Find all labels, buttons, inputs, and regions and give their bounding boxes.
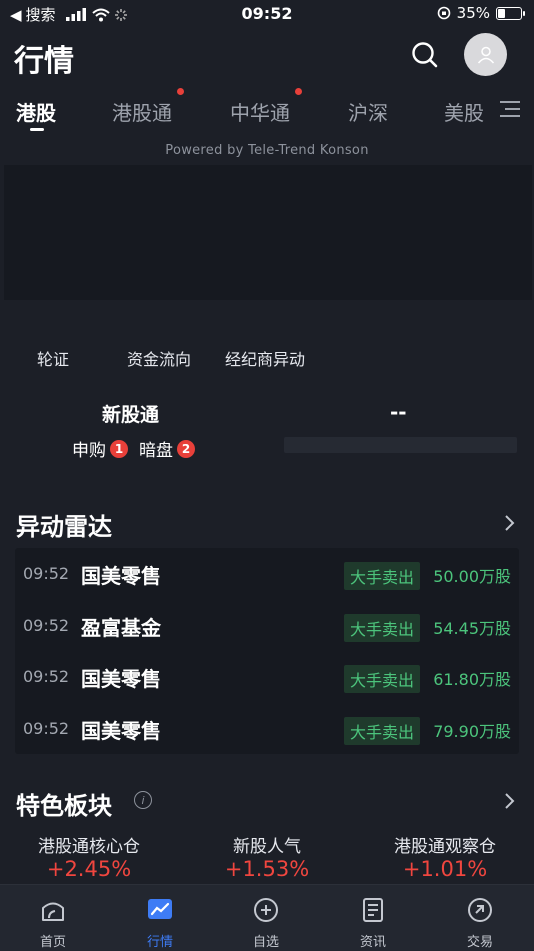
nav-label: 首页: [39, 935, 66, 950]
radar-tag: 大手卖出: [344, 614, 421, 642]
ipo-subscribe-label: 申购: [72, 441, 106, 461]
radar-quantity: 54.45万股: [433, 619, 511, 638]
nav-label: 行情: [146, 935, 173, 950]
radar-row[interactable]: 09:52 国美零售 大手卖出 79.90万股: [15, 703, 519, 754]
radar-row[interactable]: 09:52 盈富基金 大手卖出 54.45万股: [15, 600, 519, 651]
nav-news[interactable]: 资讯: [333, 885, 413, 951]
nav-market[interactable]: 行情: [120, 885, 200, 951]
radar-quantity: 79.90万股: [433, 722, 511, 741]
radar-time: 09:52: [23, 564, 70, 583]
radar-stock-name: 国美零售: [81, 667, 161, 691]
sector-change[interactable]: +1.01%: [370, 857, 520, 881]
info-icon[interactable]: i: [134, 791, 152, 809]
nav-label: 交易: [466, 935, 493, 950]
ipo-subscribe[interactable]: 申购 1: [72, 436, 128, 461]
radar-stock-name: 国美零售: [81, 564, 161, 588]
ipo-progress-bar: [284, 437, 517, 453]
radar-title[interactable]: 异动雷达: [16, 507, 112, 542]
banner-credit: Powered by Tele-Trend Konson: [165, 143, 369, 158]
sector-name[interactable]: 港股通核心仓: [14, 832, 164, 857]
sectors-more-icon[interactable]: [503, 792, 517, 810]
radar-tag: 大手卖出: [344, 665, 421, 693]
sectors-title[interactable]: 特色板块: [16, 786, 112, 821]
radar-time: 09:52: [23, 667, 70, 686]
nav-label: 自选: [252, 935, 279, 950]
quicklink-broker-activity[interactable]: 经纪商异动: [225, 346, 305, 370]
radar-stock-name: 国美零售: [81, 719, 161, 743]
plus-circle-icon: [254, 898, 278, 922]
radar-row[interactable]: 09:52 国美零售 大手卖出 50.00万股: [15, 548, 519, 599]
radar-tag: 大手卖出: [344, 717, 421, 745]
radar-row[interactable]: 09:52 国美零售 大手卖出 61.80万股: [15, 651, 519, 702]
radar-tag: 大手卖出: [344, 562, 421, 590]
sector-name[interactable]: 港股通观察仓: [370, 832, 520, 857]
nav-home[interactable]: 首页: [13, 885, 93, 951]
chart-icon: [148, 899, 172, 919]
nav-watchlist[interactable]: 自选: [226, 885, 306, 951]
sector-name[interactable]: 新股人气: [192, 832, 342, 857]
tab-hk-connect[interactable]: 港股通: [112, 97, 172, 126]
nav-trade[interactable]: 交易: [440, 885, 520, 951]
radar-quantity: 61.80万股: [433, 670, 511, 689]
battery-percent: 35%: [456, 4, 490, 22]
radar-time: 09:52: [23, 719, 70, 738]
trade-icon: [468, 898, 492, 922]
ipo-grey-badge: 2: [177, 439, 195, 458]
search-button[interactable]: [408, 38, 442, 72]
search-icon: [412, 42, 438, 68]
quicklink-capital-flow[interactable]: 资金流向: [127, 346, 191, 370]
user-icon: [477, 46, 494, 63]
status-bar: ◀ 搜索 09:52 35%: [0, 0, 534, 28]
bottom-nav: 首页 行情 自选 资讯 交易: [0, 884, 534, 951]
active-tab-indicator: [30, 128, 44, 131]
radar-time: 09:52: [23, 616, 70, 635]
status-right: 35%: [437, 4, 525, 22]
news-icon: [363, 898, 383, 922]
radar-stock-name: 盈富基金: [81, 616, 161, 640]
home-icon: [42, 902, 64, 921]
battery-icon: [496, 6, 525, 20]
page-title: 行情: [14, 44, 74, 79]
ipo-value: --: [390, 400, 407, 424]
sector-change[interactable]: +1.53%: [192, 857, 342, 881]
nav-label: 资讯: [359, 935, 386, 950]
quicklink-warrants[interactable]: 轮证: [37, 346, 69, 370]
tab-menu-icon[interactable]: [500, 100, 520, 118]
tab-hk-connect-dot: [177, 88, 184, 95]
tab-china-connect[interactable]: 中华通: [230, 97, 290, 126]
radar-list: 09:52 国美零售 大手卖出 50.00万股 09:52 盈富基金 大手卖出 …: [15, 548, 519, 754]
ipo-subscribe-badge: 1: [110, 439, 128, 458]
radar-quantity: 50.00万股: [433, 567, 511, 586]
avatar-button[interactable]: [464, 33, 507, 76]
tab-hk-stocks[interactable]: 港股: [16, 97, 56, 126]
tab-sh-sz[interactable]: 沪深: [348, 97, 388, 126]
orientation-lock-icon: [437, 6, 450, 20]
sector-change[interactable]: +2.45%: [14, 857, 164, 881]
ipo-grey-label: 暗盘: [139, 441, 173, 461]
ipo-title[interactable]: 新股通: [102, 400, 159, 427]
ipo-grey-market[interactable]: 暗盘 2: [139, 436, 195, 461]
tab-us-stocks[interactable]: 美股: [444, 97, 484, 126]
tab-china-connect-dot: [295, 88, 302, 95]
index-banner[interactable]: [4, 165, 532, 300]
radar-more-icon[interactable]: [503, 514, 517, 532]
